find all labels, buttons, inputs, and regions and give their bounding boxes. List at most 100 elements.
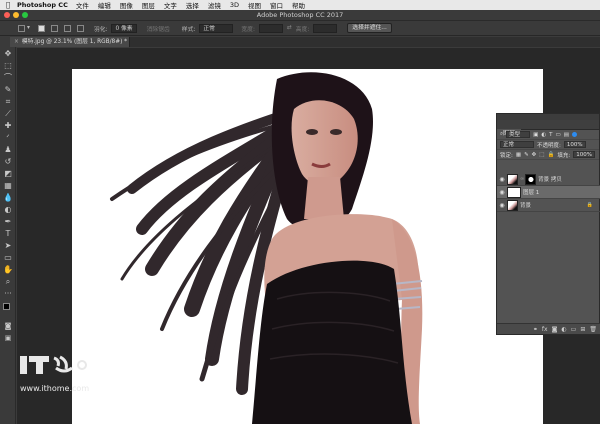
menu-item-type[interactable]: 文字 [164,0,177,10]
add-mask-icon[interactable]: ◙ [552,326,558,333]
document-canvas[interactable] [72,69,543,424]
blend-row: 正常 不透明度: 100% [497,140,599,150]
lock-row: 锁定: ▦ ✎ ✥ ⬚ 🔒 填充: 100% [497,150,599,160]
layer-name: 图层 1 [523,190,540,196]
lock-artboard-icon[interactable]: ⬚ [539,152,544,158]
width-input[interactable] [258,23,283,33]
document-tab-bar: × 模特.jpg @ 23.1% (图层 1, RGB/8#) * [10,37,600,47]
new-selection-icon[interactable] [37,23,47,33]
document-tab[interactable]: × 模特.jpg @ 23.1% (图层 1, RGB/8#) * [10,37,130,47]
quick-mask-icon[interactable]: ◙ [3,321,13,331]
foreground-color-swatch[interactable] [3,303,10,310]
link-layers-icon[interactable]: ⚭ [533,326,538,333]
height-input[interactable] [313,23,338,33]
lock-position-icon[interactable]: ✥ [532,152,537,158]
menu-item-image[interactable]: 图像 [120,0,133,10]
menu-item-filter[interactable]: 滤镜 [208,0,221,10]
lock-all-icon[interactable]: 🔒 [547,152,554,158]
history-brush-tool-icon[interactable]: ↺ [3,157,13,167]
menu-item-help[interactable]: 帮助 [292,0,305,10]
lasso-tool-icon[interactable]: ⌒ [3,73,13,83]
layer-thumbnail [507,186,521,198]
visibility-eye-icon[interactable]: ◉ [497,202,507,209]
filter-smart-icon[interactable]: ▤ [564,132,569,138]
window-title: Adobe Photoshop CC 2017 [256,11,344,19]
ithome-watermark: www.ithome.com [20,354,106,393]
menu-item-layer[interactable]: 图层 [142,0,155,10]
crop-tool-icon[interactable]: ⌗ [3,97,13,107]
type-tool-icon[interactable]: T [3,229,13,239]
marquee-tool-preset-icon[interactable]: ▾ [18,23,30,33]
document-tab-title: 模特.jpg @ 23.1% (图层 1, RGB/8#) * [21,39,128,45]
hand-tool-icon[interactable]: ✋ [3,265,13,275]
filter-pixel-icon[interactable]: ▣ [533,132,538,138]
filter-shape-icon[interactable]: ▭ [555,132,560,138]
new-layer-icon[interactable]: ⊞ [580,326,585,333]
visibility-eye-icon[interactable]: ◉ [497,176,507,183]
layer-name: 背景 拷贝 [538,177,562,183]
subtract-selection-icon[interactable] [63,23,73,33]
add-selection-icon[interactable] [50,23,60,33]
eraser-tool-icon[interactable]: ◩ [3,169,13,179]
brush-tool-icon[interactable]: ᐟ [3,133,13,143]
healing-brush-tool-icon[interactable]: ✚ [3,121,13,131]
select-and-mask-button[interactable]: 选择并遮住... [347,23,392,33]
feather-input[interactable]: 0 像素 [111,23,137,33]
fill-label: 填充: [557,152,571,159]
close-tab-icon[interactable]: × [14,39,19,45]
style-select[interactable]: 正常 [199,23,234,33]
dodge-tool-icon[interactable]: ◐ [3,205,13,215]
menu-item-view[interactable]: 视图 [248,0,261,10]
new-group-icon[interactable]: ▭ [571,326,577,333]
zoom-tool-icon[interactable]: ⌕ [3,277,13,287]
layer-row-background[interactable]: ◉ 背景 🔒 [497,199,600,212]
swap-dimensions-icon[interactable]: ⇄ [287,23,292,33]
mask-link-icon[interactable]: ∞ [520,176,524,182]
filter-type-icon[interactable]: T [549,132,552,138]
path-select-tool-icon[interactable]: ➤ [3,241,13,251]
lock-image-icon[interactable]: ✎ [524,152,529,158]
marquee-tool-icon[interactable]: ⬚ [3,61,13,71]
adjustment-layer-icon[interactable]: ◐ [561,326,566,333]
screen-mode-icon[interactable]: ▣ [3,333,13,343]
lock-label: 锁定: [500,152,513,159]
fill-input[interactable]: 100% [573,151,595,158]
gradient-tool-icon[interactable]: ▦ [3,181,13,191]
layer-mask-thumbnail[interactable] [525,173,537,185]
watermark-text: www.ithome.com [20,384,90,393]
menu-item-window[interactable]: 窗口 [270,0,283,10]
layer-style-icon[interactable]: fx [542,326,548,333]
options-bar: ▾ 羽化: 0 像素 消除锯齿 样式: 正常 宽度: ⇄ 高度: 选择并遮住..… [0,21,600,36]
visibility-eye-icon[interactable]: ◉ [497,189,507,196]
layer-row-layer-1[interactable]: ◉ 图层 1 [497,186,600,199]
menu-item-3d[interactable]: 3D [230,1,239,9]
height-label: 高度: [295,26,310,33]
clone-stamp-tool-icon[interactable]: ♟ [3,145,13,155]
quick-select-tool-icon[interactable]: ✎ [3,85,13,95]
opacity-label: 不透明度: [537,142,561,149]
blur-tool-icon[interactable]: 💧 [3,193,13,203]
layer-thumbnail [507,173,518,185]
model-photo [110,72,423,424]
lock-transparent-icon[interactable]: ▦ [516,152,521,158]
menu-item-file[interactable]: 文件 [76,0,89,10]
app-menu[interactable]: Photoshop CC [17,1,68,9]
apple-icon[interactable]:  [3,1,13,9]
window-title-bar: Adobe Photoshop CC 2017 [0,10,600,21]
layer-row-background-copy[interactable]: ◉ ∞ 背景 拷贝 [497,173,600,186]
opacity-input[interactable]: 100% [563,141,586,148]
eyedropper-tool-icon[interactable]: ⟋ [3,109,13,119]
menu-item-select[interactable]: 选择 [186,0,199,10]
pen-tool-icon[interactable]: ✒ [3,217,13,227]
filter-kind-select[interactable]: 类型 [506,131,531,138]
delete-layer-icon[interactable]: 🗑 [589,326,597,333]
intersect-selection-icon[interactable] [76,23,86,33]
menu-item-edit[interactable]: 编辑 [98,0,111,10]
filter-adjustment-icon[interactable]: ◐ [541,132,546,138]
rectangle-tool-icon[interactable]: ▭ [3,253,13,263]
blend-mode-select[interactable]: 正常 [500,141,534,148]
move-tool-icon[interactable]: ✥ [3,49,13,59]
more-tools-icon[interactable]: ··· [3,289,13,299]
antialias-checkbox[interactable]: 消除锯齿 [147,23,170,33]
filter-toggle-icon[interactable] [571,132,577,137]
